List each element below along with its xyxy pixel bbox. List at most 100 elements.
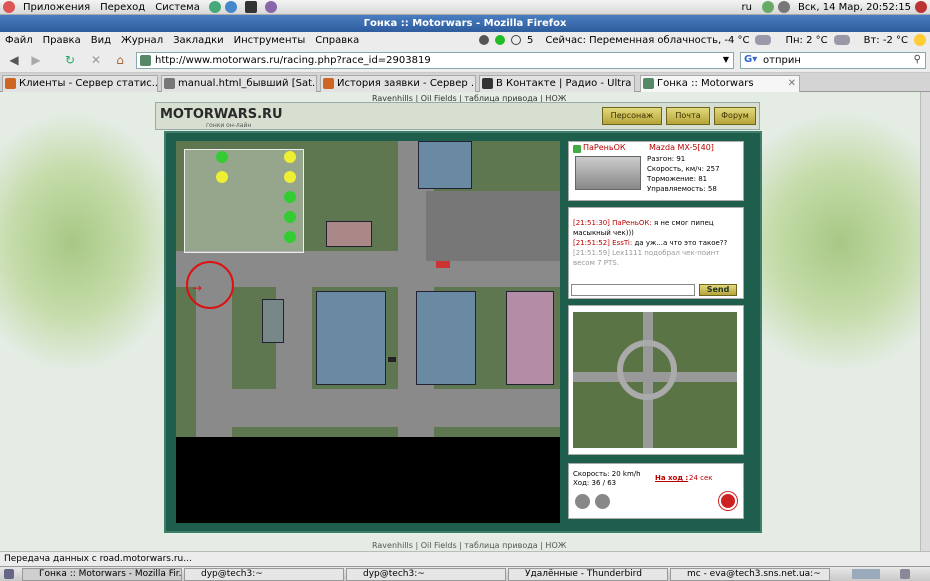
status-circle-icon[interactable]: [511, 35, 522, 45]
tab-vkontakte[interactable]: В Контакте | Радио - Ultra: [479, 75, 635, 92]
player-light-icon: [284, 211, 296, 223]
network-icon[interactable]: [761, 1, 774, 13]
weather-monday[interactable]: Пн: 2 °C: [785, 35, 827, 46]
workspace-switcher-icon[interactable]: [852, 569, 880, 579]
addon-counter[interactable]: 5: [527, 35, 533, 46]
menu-file[interactable]: Файл: [0, 35, 38, 46]
chat-message: [21:51:30] ПаРеньОК: я не смог пипец мас…: [573, 218, 729, 238]
tab-motorwars[interactable]: Гонка :: Motorwars ✕: [640, 75, 800, 92]
window-title: Гонка :: Motorwars - Mozilla Firefox: [0, 15, 930, 32]
boost-icon[interactable]: [575, 494, 590, 509]
tab-manual[interactable]: manual.html_бывший [Sat...: [161, 75, 317, 92]
forward-button[interactable]: ▶: [28, 52, 44, 68]
search-engine-icon[interactable]: G▾: [744, 54, 757, 65]
top-panel: Приложения Переход Система ru Вск, 14 Ма…: [0, 0, 930, 15]
home-button[interactable]: ⌂: [112, 52, 128, 68]
menu-bookmarks[interactable]: Закладки: [168, 35, 229, 46]
current-speed: Скорость: 20 km/h: [573, 470, 641, 478]
reload-button[interactable]: ↻: [62, 52, 78, 68]
browser-launcher-icon[interactable]: [208, 1, 221, 13]
track-area[interactable]: →: [176, 141, 560, 437]
opponent-car-icon[interactable]: [436, 261, 450, 268]
taskbar-label: mc - eva@tech3.sns.net.ua:~: [687, 569, 821, 579]
addon-icon[interactable]: [479, 35, 490, 45]
navigation-toolbar: ◀ ▶ ↻ ✕ ⌂ http://www.motorwars.ru/racing…: [0, 48, 930, 73]
minimap[interactable]: [573, 312, 737, 448]
url-dropdown-icon[interactable]: ▼: [723, 55, 729, 64]
turn-timer: 24 сек: [689, 474, 713, 482]
chat-input[interactable]: [571, 284, 695, 296]
tab-label: manual.html_бывший [Sat...: [178, 78, 317, 89]
menu-help[interactable]: Справка: [310, 35, 364, 46]
menu-places[interactable]: Переход: [95, 2, 150, 13]
weather-tuesday[interactable]: Вт: -2 °C: [864, 35, 908, 46]
taskbar-item-terminal-2[interactable]: dyp@tech3:~: [346, 568, 506, 581]
menu-applications[interactable]: Приложения: [18, 2, 95, 13]
stop-button[interactable]: ✕: [88, 52, 104, 68]
tab-label: В Контакте | Радио - Ultra: [496, 78, 632, 89]
volume-icon[interactable]: [777, 1, 790, 13]
car-stats: Разгон: 91 Скорость, км/ч: 257 Торможени…: [647, 154, 720, 194]
taskbar-item-terminal-1[interactable]: dyp@tech3:~: [184, 568, 344, 581]
player-light-icon: [284, 171, 296, 183]
search-input[interactable]: G▾ отприн ⚲: [740, 52, 926, 69]
tab-clients[interactable]: Клиенты - Сервер статис...: [2, 75, 158, 92]
mail-launcher-icon[interactable]: [224, 1, 237, 13]
race-map[interactable]: →: [176, 141, 560, 523]
forum-button[interactable]: Форум: [714, 107, 756, 125]
persona-button[interactable]: Персонаж: [602, 107, 662, 125]
url-text: http://www.motorwars.ru/racing.php?race_…: [155, 55, 431, 66]
player-avatar-icon: [573, 145, 581, 153]
car-image: [575, 156, 641, 190]
keyboard-layout[interactable]: ru: [742, 2, 752, 13]
chat-send-button[interactable]: Send: [699, 284, 737, 296]
chat-time: [21:51:52]: [573, 239, 610, 247]
player-light-icon: [216, 151, 228, 163]
chat-log[interactable]: [21:51:30] ПаРеньОК: я не смог пипец мас…: [573, 218, 729, 268]
weather-tue-icon: [914, 34, 926, 46]
menu-tools[interactable]: Инструменты: [229, 35, 311, 46]
player-light-icon: [284, 231, 296, 243]
status-green-icon[interactable]: [495, 35, 506, 45]
turn-timer-label: На ход :: [655, 474, 689, 482]
site-logo[interactable]: MOTORWARS.RU: [160, 107, 283, 122]
site-header: MOTORWARS.RU гонки он-лайн Персонаж Почт…: [155, 102, 760, 130]
back-button[interactable]: ◀: [6, 52, 22, 68]
player-car: Mazda MX-5[40]: [649, 143, 714, 152]
weather-now[interactable]: Сейчас: Переменная облачность, -4 °C: [545, 35, 749, 46]
opponent-car-icon[interactable]: [388, 357, 396, 362]
site-footer-links[interactable]: Ravenhills | Oil Fields | таблица привод…: [372, 541, 566, 550]
taskbar-label: dyp@tech3:~: [201, 569, 263, 579]
power-icon[interactable]: [915, 1, 927, 13]
taskbar-item-thunderbird[interactable]: Удалённые - Thunderbird: [508, 568, 668, 581]
tab-history[interactable]: История заявки - Сервер ...: [320, 75, 476, 92]
menu-history[interactable]: Журнал: [116, 35, 168, 46]
menu-view[interactable]: Вид: [86, 35, 116, 46]
menu-edit[interactable]: Правка: [38, 35, 86, 46]
menu-system[interactable]: Система: [150, 2, 205, 13]
terminal-launcher-icon[interactable]: [244, 1, 257, 13]
tab-label: Гонка :: Motorwars: [657, 78, 754, 89]
leaf-decoration-left: [0, 112, 180, 372]
tool-launcher-icon[interactable]: [264, 1, 277, 13]
close-tab-icon[interactable]: ✕: [788, 76, 796, 91]
trash-icon[interactable]: [900, 569, 910, 579]
chat-box: [21:51:30] ПаРеньОК: я не смог пипец мас…: [568, 207, 744, 299]
show-desktop-icon[interactable]: [4, 569, 14, 579]
clock[interactable]: Вск, 14 Мар, 20:52:15: [790, 2, 915, 13]
url-bar[interactable]: http://www.motorwars.ru/racing.php?race_…: [136, 52, 734, 69]
page-scrollbar[interactable]: [920, 92, 930, 551]
page-content: Ravenhills | Oil Fields | таблица привод…: [0, 92, 920, 551]
side-panel: ПаРеньОК Mazda MX-5[40] Разгон: 91 Скоро…: [568, 141, 744, 523]
mail-button[interactable]: Почта: [666, 107, 710, 125]
taskbar-label: Гонка :: Motorwars - Mozilla Fir...: [39, 569, 182, 579]
distro-logo-icon[interactable]: [3, 1, 15, 13]
taskbar-item-firefox[interactable]: Гонка :: Motorwars - Mozilla Fir...: [22, 568, 182, 581]
weather-mon-icon: [833, 35, 850, 45]
taskbar-item-mc[interactable]: mc - eva@tech3.sns.net.ua:~: [670, 568, 830, 581]
search-icon[interactable]: ⚲: [914, 54, 921, 65]
player-name[interactable]: ПаРеньОК: [583, 143, 626, 152]
shield-icon[interactable]: [595, 494, 610, 509]
stat-handling: Управляемость: 58: [647, 185, 717, 193]
stop-race-icon[interactable]: [719, 492, 737, 510]
